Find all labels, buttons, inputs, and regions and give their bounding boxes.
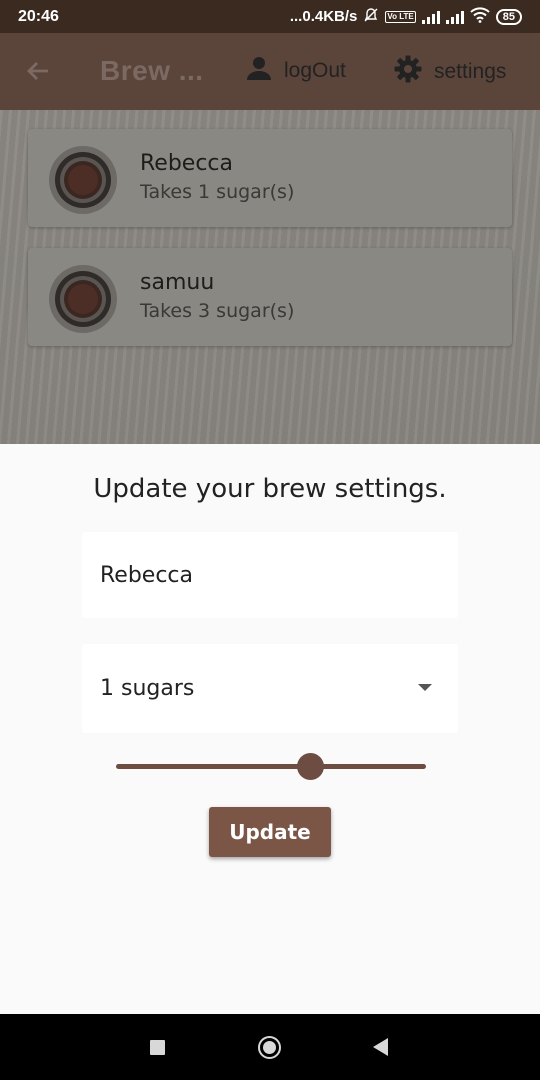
brew-sugars: Takes 3 sugar(s) [140, 300, 295, 322]
slider-thumb[interactable] [296, 753, 324, 780]
status-icons: ...0.4KB/s Vo LTE 85 [289, 6, 522, 27]
list-item[interactable]: samuu Takes 3 sugar(s) [28, 248, 512, 346]
page-title: Brew ... [100, 55, 204, 86]
settings-sheet: Update your brew settings. Rebecca 1 sug… [0, 444, 540, 1014]
system-nav-bar [0, 1014, 540, 1080]
logout-button[interactable]: logOut [246, 55, 346, 87]
recent-apps-icon[interactable] [150, 1040, 165, 1055]
slider-track[interactable] [116, 764, 426, 769]
coffee-cup-icon [48, 264, 118, 334]
brew-sugars: Takes 1 sugar(s) [140, 181, 295, 203]
name-input[interactable]: Rebecca [82, 532, 458, 618]
sugars-dropdown[interactable]: 1 sugars [82, 644, 458, 733]
back-triangle-icon[interactable] [373, 1038, 388, 1056]
dropdown-arrow-icon [418, 684, 432, 691]
list-item[interactable]: Rebecca Takes 1 sugar(s) [28, 129, 512, 227]
status-time: 20:46 [18, 7, 59, 25]
battery-icon: 85 [495, 8, 522, 25]
sugars-dropdown-value: 1 sugars [100, 676, 195, 701]
strength-slider[interactable] [116, 752, 426, 782]
name-input-value: Rebecca [100, 562, 194, 588]
person-icon [246, 55, 272, 87]
sheet-title: Update your brew settings. [93, 474, 447, 504]
gear-icon [394, 55, 422, 89]
wifi-icon [470, 6, 490, 27]
update-button[interactable]: Update [209, 807, 331, 857]
brew-list: Rebecca Takes 1 sugar(s) samuu Takes 3 s… [0, 110, 540, 444]
signal-icon-2 [445, 10, 464, 24]
coffee-cup-icon [48, 145, 118, 215]
home-icon[interactable] [258, 1036, 281, 1059]
brew-name: samuu [140, 270, 215, 295]
status-bar: 20:46 ...0.4KB/s Vo LTE 85 [0, 0, 540, 33]
signal-icon-1 [421, 10, 440, 24]
settings-button[interactable]: settings [394, 55, 506, 89]
volte-icon: Vo LTE [385, 10, 416, 23]
app-bar: Brew ... logOut settings [0, 33, 540, 110]
network-speed: ...0.4KB/s [289, 8, 358, 25]
settings-label: settings [434, 60, 507, 83]
back-arrow-icon[interactable] [22, 55, 54, 87]
brew-name: Rebecca [140, 151, 234, 176]
mute-icon [363, 7, 379, 27]
logout-label: logOut [284, 59, 346, 82]
